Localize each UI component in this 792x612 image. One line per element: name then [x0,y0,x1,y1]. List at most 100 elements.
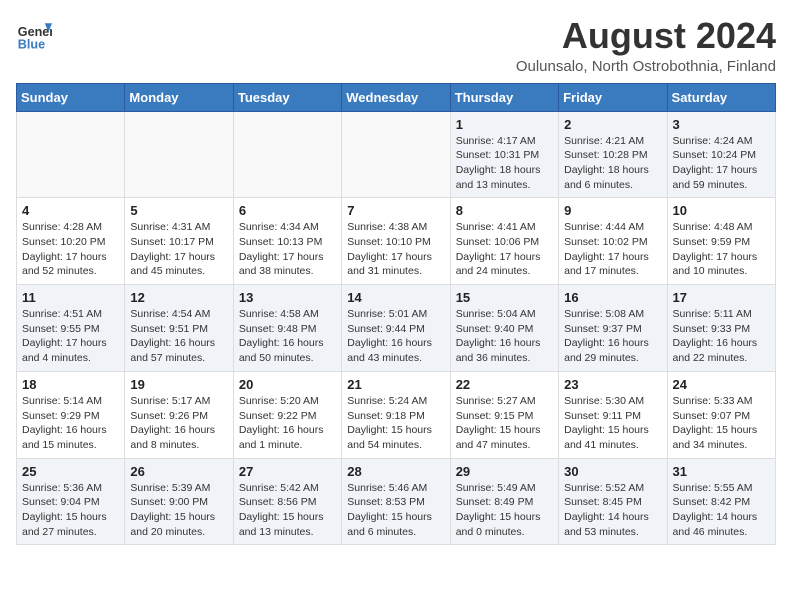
day-info: Sunrise: 5:46 AM Sunset: 8:53 PM Dayligh… [347,481,444,540]
logo: General Blue [16,16,52,52]
calendar-cell: 7Sunrise: 4:38 AM Sunset: 10:10 PM Dayli… [342,198,450,285]
title-block: August 2024 Oulunsalo, North Ostrobothni… [516,16,776,75]
calendar-cell: 4 Sunrise: 4:28 AM Sunset: 10:20 PM Dayli… [17,198,125,285]
calendar-cell: 15Sunrise: 5:04 AM Sunset: 9:40 PM Dayli… [450,285,558,372]
day-number: 10 [673,203,770,218]
day-info: Sunrise: 5:08 AM Sunset: 9:37 PM Dayligh… [564,307,661,366]
calendar-cell: 21Sunrise: 5:24 AM Sunset: 9:18 PM Dayli… [342,371,450,458]
day-info: Sunrise: 5:55 AM Sunset: 8:42 PM Dayligh… [673,481,770,540]
calendar-cell [17,111,125,198]
calendar-table: SundayMondayTuesdayWednesdayThursdayFrid… [16,83,776,546]
day-info: Sunrise: 4:44 AM Sunset: 10:02 PM Daylig… [564,220,661,279]
day-number: 24 [673,377,770,392]
calendar-cell: 30 Sunrise: 5:52 AM Sunset: 8:45 PM Dayli… [559,458,667,545]
calendar-cell [125,111,233,198]
location: Oulunsalo, North Ostrobothnia, Finland [516,58,776,75]
day-number: 18 [22,377,119,392]
col-header-saturday: Saturday [667,83,775,111]
col-header-thursday: Thursday [450,83,558,111]
day-info: Sunrise: 4:31 AM Sunset: 10:17 PM Daylig… [130,220,227,279]
day-number: 20 [239,377,336,392]
calendar-header-row: SundayMondayTuesdayWednesdayThursdayFrid… [17,83,776,111]
day-info: Sunrise: 4:28 AM Sunset: 10:20 PM Daylig… [22,220,119,279]
calendar-cell: 27 Sunrise: 5:42 AM Sunset: 8:56 PM Dayli… [233,458,341,545]
calendar-cell: 16Sunrise: 5:08 AM Sunset: 9:37 PM Dayli… [559,285,667,372]
calendar-cell [233,111,341,198]
day-info: Sunrise: 5:49 AM Sunset: 8:49 PM Dayligh… [456,481,553,540]
calendar-cell: 23Sunrise: 5:30 AM Sunset: 9:11 PM Dayli… [559,371,667,458]
month-title: August 2024 [516,16,776,56]
day-number: 22 [456,377,553,392]
calendar-cell: 29 Sunrise: 5:49 AM Sunset: 8:49 PM Dayli… [450,458,558,545]
col-header-friday: Friday [559,83,667,111]
day-info: Sunrise: 5:14 AM Sunset: 9:29 PM Dayligh… [22,394,119,453]
day-number: 14 [347,290,444,305]
day-info: Sunrise: 4:17 AM Sunset: 10:31 PM Daylig… [456,134,553,193]
week-row-1: 1 Sunrise: 4:17 AM Sunset: 10:31 PM Dayli… [17,111,776,198]
day-info: Sunrise: 5:42 AM Sunset: 8:56 PM Dayligh… [239,481,336,540]
day-info: Sunrise: 4:24 AM Sunset: 10:24 PM Daylig… [673,134,770,193]
page-header: General Blue August 2024 Oulunsalo, Nort… [16,16,776,75]
calendar-cell: 13 Sunrise: 4:58 AM Sunset: 9:48 PM Dayli… [233,285,341,372]
day-info: Sunrise: 4:54 AM Sunset: 9:51 PM Dayligh… [130,307,227,366]
day-number: 21 [347,377,444,392]
day-info: Sunrise: 4:48 AM Sunset: 9:59 PM Dayligh… [673,220,770,279]
day-number: 8 [456,203,553,218]
day-number: 11 [22,290,119,305]
calendar-cell: 9 Sunrise: 4:44 AM Sunset: 10:02 PM Dayli… [559,198,667,285]
day-number: 28 [347,464,444,479]
calendar-cell: 19 Sunrise: 5:17 AM Sunset: 9:26 PM Dayli… [125,371,233,458]
day-number: 5 [130,203,227,218]
day-number: 29 [456,464,553,479]
day-info: Sunrise: 4:58 AM Sunset: 9:48 PM Dayligh… [239,307,336,366]
day-number: 26 [130,464,227,479]
day-number: 25 [22,464,119,479]
day-info: Sunrise: 4:21 AM Sunset: 10:28 PM Daylig… [564,134,661,193]
day-number: 7 [347,203,444,218]
calendar-cell: 12Sunrise: 4:54 AM Sunset: 9:51 PM Dayli… [125,285,233,372]
svg-text:Blue: Blue [18,37,45,51]
calendar-cell: 6 Sunrise: 4:34 AM Sunset: 10:13 PM Dayli… [233,198,341,285]
col-header-tuesday: Tuesday [233,83,341,111]
week-row-4: 18 Sunrise: 5:14 AM Sunset: 9:29 PM Dayli… [17,371,776,458]
calendar-cell: 5 Sunrise: 4:31 AM Sunset: 10:17 PM Dayli… [125,198,233,285]
day-number: 30 [564,464,661,479]
calendar-cell: 20 Sunrise: 5:20 AM Sunset: 9:22 PM Dayli… [233,371,341,458]
calendar-cell: 22Sunrise: 5:27 AM Sunset: 9:15 PM Dayli… [450,371,558,458]
day-number: 2 [564,117,661,132]
day-info: Sunrise: 5:52 AM Sunset: 8:45 PM Dayligh… [564,481,661,540]
calendar-cell: 28 Sunrise: 5:46 AM Sunset: 8:53 PM Dayli… [342,458,450,545]
calendar-cell: 10 Sunrise: 4:48 AM Sunset: 9:59 PM Dayli… [667,198,775,285]
calendar-cell: 14 Sunrise: 5:01 AM Sunset: 9:44 PM Dayli… [342,285,450,372]
day-number: 4 [22,203,119,218]
day-info: Sunrise: 4:41 AM Sunset: 10:06 PM Daylig… [456,220,553,279]
day-number: 1 [456,117,553,132]
calendar-cell: 2 Sunrise: 4:21 AM Sunset: 10:28 PM Dayli… [559,111,667,198]
day-number: 9 [564,203,661,218]
week-row-3: 11 Sunrise: 4:51 AM Sunset: 9:55 PM Dayli… [17,285,776,372]
day-info: Sunrise: 4:34 AM Sunset: 10:13 PM Daylig… [239,220,336,279]
day-info: Sunrise: 5:39 AM Sunset: 9:00 PM Dayligh… [130,481,227,540]
day-number: 27 [239,464,336,479]
day-info: Sunrise: 5:30 AM Sunset: 9:11 PM Dayligh… [564,394,661,453]
day-info: Sunrise: 5:17 AM Sunset: 9:26 PM Dayligh… [130,394,227,453]
day-info: Sunrise: 5:36 AM Sunset: 9:04 PM Dayligh… [22,481,119,540]
day-info: Sunrise: 4:51 AM Sunset: 9:55 PM Dayligh… [22,307,119,366]
col-header-wednesday: Wednesday [342,83,450,111]
day-number: 6 [239,203,336,218]
week-row-2: 4 Sunrise: 4:28 AM Sunset: 10:20 PM Dayli… [17,198,776,285]
calendar-cell: 3Sunrise: 4:24 AM Sunset: 10:24 PM Dayli… [667,111,775,198]
day-number: 17 [673,290,770,305]
calendar-cell [342,111,450,198]
col-header-monday: Monday [125,83,233,111]
calendar-cell: 26 Sunrise: 5:39 AM Sunset: 9:00 PM Dayli… [125,458,233,545]
day-number: 19 [130,377,227,392]
day-number: 31 [673,464,770,479]
day-number: 13 [239,290,336,305]
calendar-cell: 8 Sunrise: 4:41 AM Sunset: 10:06 PM Dayli… [450,198,558,285]
calendar-cell: 25 Sunrise: 5:36 AM Sunset: 9:04 PM Dayli… [17,458,125,545]
day-info: Sunrise: 5:20 AM Sunset: 9:22 PM Dayligh… [239,394,336,453]
calendar-cell: 18 Sunrise: 5:14 AM Sunset: 9:29 PM Dayli… [17,371,125,458]
day-info: Sunrise: 5:01 AM Sunset: 9:44 PM Dayligh… [347,307,444,366]
logo-icon: General Blue [16,16,52,52]
